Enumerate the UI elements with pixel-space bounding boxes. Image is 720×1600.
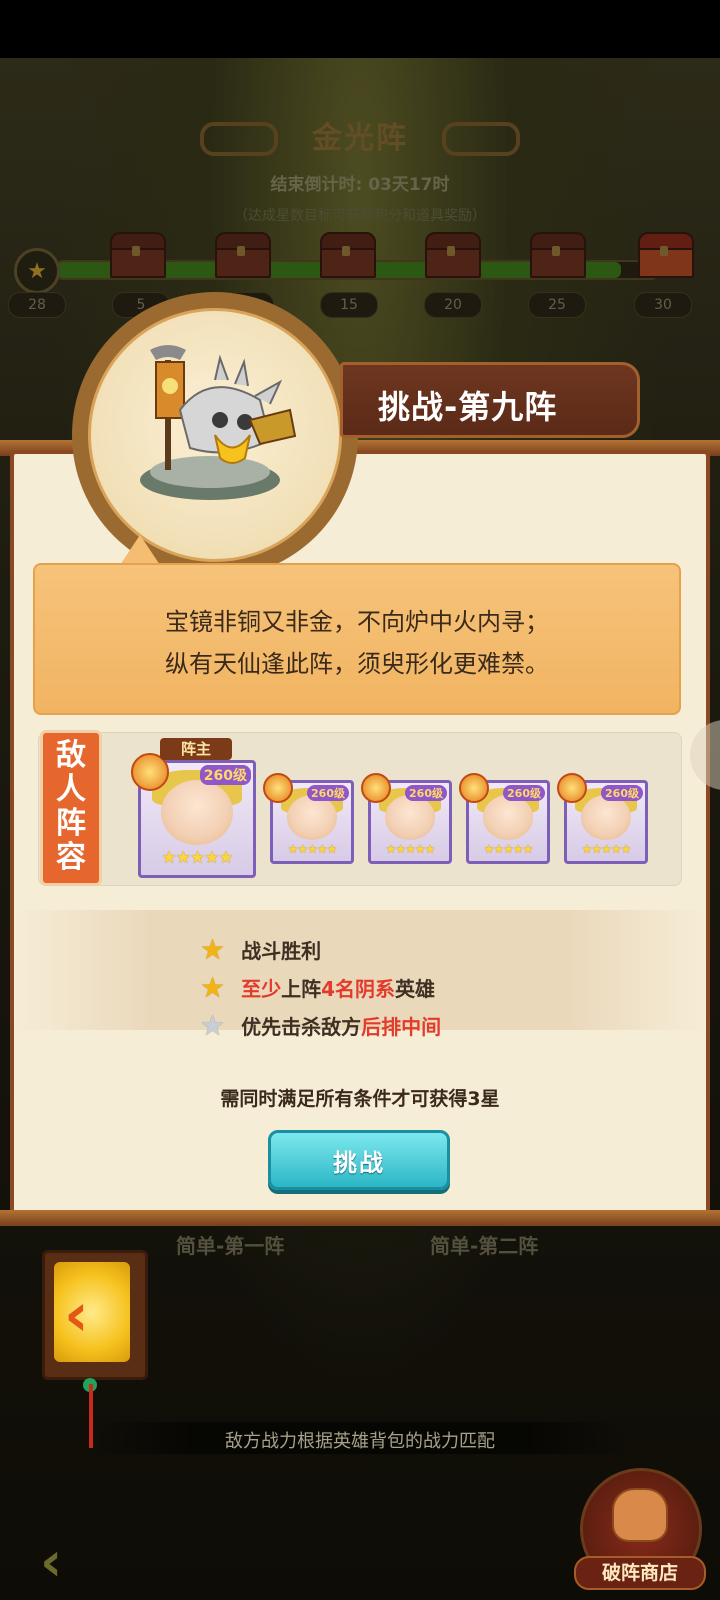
condition-3-text: 优先击杀敌方 bbox=[241, 1014, 362, 1039]
enemy-lineup-tag: 敌 人 阵 容 bbox=[40, 730, 102, 886]
enemy-tag-char-1: 敌 bbox=[56, 738, 86, 773]
condition-3-target: 后排中间 bbox=[361, 1014, 442, 1039]
star-filled-icon: ★ bbox=[200, 932, 226, 966]
hero-stars: ★★★★★ bbox=[581, 842, 632, 857]
condition-2-heroes: 英雄 bbox=[395, 976, 436, 1001]
condition-2: ★ 至少 上阵 4名阴系 英雄 bbox=[200, 970, 435, 1004]
hero-stars: ★★★★★ bbox=[161, 848, 233, 869]
hero-level: 260级 bbox=[601, 785, 643, 801]
enemy-tag-char-4: 容 bbox=[56, 840, 86, 875]
challenge-title: 挑战-第九阵 bbox=[378, 388, 558, 426]
power-match-tip: 敌方战力根据英雄背包的战力匹配 bbox=[225, 1431, 495, 1452]
challenge-button-label: 挑战 bbox=[333, 1148, 385, 1177]
enemy-tag-char-2: 人 bbox=[56, 772, 86, 807]
hero-portrait bbox=[581, 794, 631, 840]
enemy-hero-2[interactable]: 260级 ★★★★★ bbox=[263, 773, 354, 864]
shop-label: 破阵商店 bbox=[574, 1556, 706, 1590]
hero-portrait bbox=[287, 794, 337, 840]
card-bottom-bar bbox=[0, 1210, 720, 1226]
condition-1: ★ 战斗胜利 bbox=[200, 932, 321, 966]
enemy-hero-3[interactable]: 260级 ★★★★★ bbox=[361, 773, 452, 864]
poem-line-1: 宝镜非铜又非金，不向炉中火内寻； bbox=[165, 608, 549, 636]
chevron-left-icon: ‹ bbox=[64, 1280, 89, 1350]
faction-emblem-icon bbox=[459, 773, 489, 803]
challenge-button[interactable]: 挑战 bbox=[268, 1130, 450, 1190]
condition-2-at-least: 至少 bbox=[241, 976, 282, 1001]
back-arrow-icon[interactable]: ‹ bbox=[40, 1530, 62, 1593]
quote-bubble bbox=[33, 563, 681, 715]
hero-level: 260级 bbox=[199, 765, 251, 785]
hero-stars: ★★★★★ bbox=[287, 842, 338, 857]
stage-label-left: 简单-第一阵 bbox=[176, 1234, 285, 1258]
enemy-hero-4[interactable]: 260级 ★★★★★ bbox=[459, 773, 550, 864]
hero-portrait bbox=[161, 779, 233, 845]
formation-totem-icon bbox=[140, 345, 297, 500]
quote-bubble-tail bbox=[120, 535, 160, 565]
star-empty-icon: ★ bbox=[200, 1008, 226, 1042]
status-bar bbox=[0, 0, 720, 58]
hero-level: 260级 bbox=[503, 785, 545, 801]
hero-portrait bbox=[385, 794, 435, 840]
hero-level: 260级 bbox=[307, 785, 349, 801]
stage-label-right: 简单-第二阵 bbox=[430, 1234, 539, 1258]
faction-emblem-icon bbox=[361, 773, 391, 803]
hero-stars: ★★★★★ bbox=[385, 842, 436, 857]
hero-portrait bbox=[483, 794, 533, 840]
faction-emblem-icon bbox=[263, 773, 293, 803]
condition-3: ★ 优先击杀敌方 后排中间 bbox=[200, 1008, 441, 1042]
three-star-requirement: 需同时满足所有条件才可获得3星 bbox=[220, 1088, 500, 1110]
hero-level: 260级 bbox=[405, 785, 447, 801]
enemy-tag-char-3: 阵 bbox=[56, 806, 86, 841]
condition-1-text: 战斗胜利 bbox=[241, 938, 322, 963]
enemy-hero-leader[interactable]: 260级 ★★★★★ bbox=[131, 753, 256, 878]
shop-bag-icon bbox=[612, 1488, 668, 1542]
condition-2-deploy: 上阵 bbox=[281, 976, 322, 1001]
faction-emblem-icon bbox=[557, 773, 587, 803]
poem-line-2: 纵有天仙逢此阵，须臾形化更难禁。 bbox=[165, 650, 549, 678]
enemy-hero-5[interactable]: 260级 ★★★★★ bbox=[557, 773, 648, 864]
leader-tag: 阵主 bbox=[160, 738, 232, 760]
star-filled-icon: ★ bbox=[200, 970, 226, 1004]
condition-2-count: 4名阴系 bbox=[321, 976, 396, 1001]
hero-stars: ★★★★★ bbox=[483, 842, 534, 857]
